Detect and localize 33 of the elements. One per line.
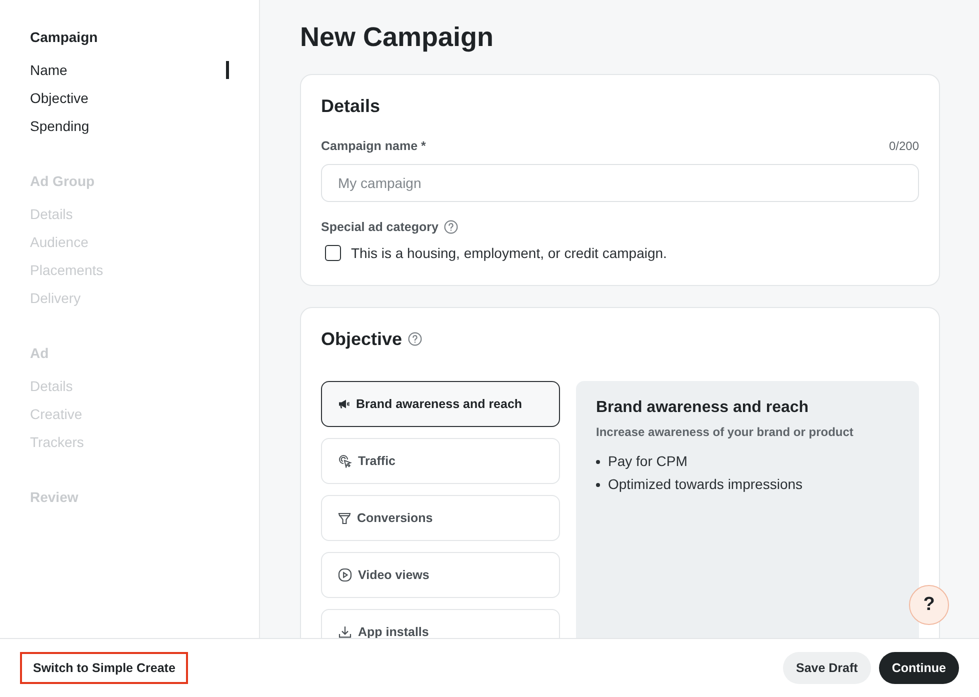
objective-option[interactable]: Traffic xyxy=(321,438,560,484)
cursor-click-icon xyxy=(338,454,352,468)
field-label: Special ad category xyxy=(321,218,438,236)
description-heading: Brand awareness and reach xyxy=(596,398,809,418)
help-icon[interactable] xyxy=(408,332,422,346)
campaign-name-input[interactable]: My campaign xyxy=(321,164,919,202)
sidebar-item[interactable]: Name xyxy=(30,60,68,80)
switch-to-simple-create-button[interactable]: Switch to Simple Create xyxy=(20,652,188,684)
bullet-text: Pay for CPM xyxy=(608,452,688,471)
objective-option[interactable]: App installs xyxy=(321,609,560,638)
character-counter: 0/200 xyxy=(888,138,919,155)
sidebar-item[interactable]: Spending xyxy=(30,116,90,136)
sidebar-item[interactable]: Objective xyxy=(30,88,88,108)
page-title: New Campaign xyxy=(300,21,494,54)
help-icon[interactable] xyxy=(444,220,458,234)
section-heading: Objective xyxy=(321,328,402,351)
objective-option[interactable]: Conversions xyxy=(321,495,560,541)
checkbox[interactable] xyxy=(325,245,341,261)
bullet-icon xyxy=(596,460,600,464)
description-subtitle: Increase awareness of your brand or product xyxy=(596,424,854,440)
save-draft-button[interactable]: Save Draft xyxy=(782,652,871,684)
field-label: Campaign name * xyxy=(321,138,426,155)
funnel-icon xyxy=(338,512,351,524)
bullet-text: Optimized towards impressions xyxy=(608,475,803,494)
megaphone-icon xyxy=(338,398,350,410)
section-heading: Details xyxy=(321,95,380,118)
continue-button[interactable]: Continue xyxy=(878,652,959,684)
objective-option[interactable]: Video views xyxy=(321,552,560,598)
bullet-icon xyxy=(596,482,600,486)
sidebar-section-heading[interactable]: Campaign xyxy=(30,27,98,47)
download-icon xyxy=(338,625,352,638)
objective-option[interactable]: Brand awareness and reach xyxy=(321,381,560,427)
checkbox-label: This is a housing, employment, or credit campaign. xyxy=(351,244,667,263)
